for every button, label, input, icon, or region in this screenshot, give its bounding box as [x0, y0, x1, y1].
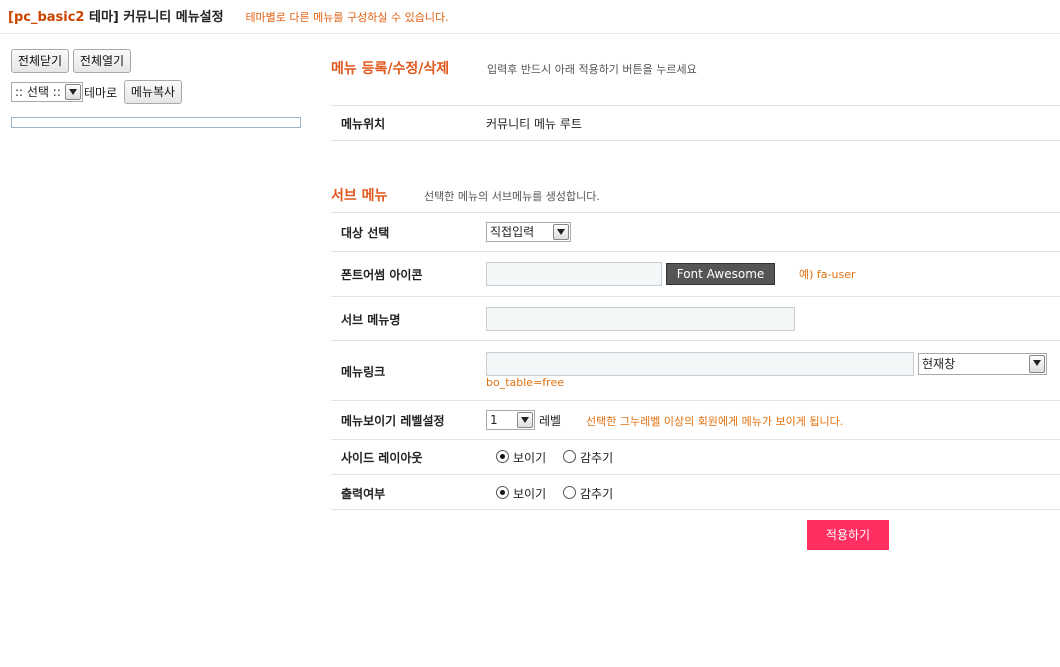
theme-suffix-label: 테마로: [84, 86, 118, 100]
level-select[interactable]: 1: [486, 410, 535, 430]
side-layout-label: 사이드 레이아웃: [341, 451, 423, 465]
sub-menu-name-label: 서브 메뉴명: [341, 313, 401, 327]
level-suffix: 레벨: [539, 414, 562, 428]
level-select-value: 1: [490, 413, 498, 427]
menu-tree[interactable]: [11, 117, 301, 128]
link-hint: bo_table=free: [486, 376, 564, 389]
row-divider: [331, 340, 1060, 341]
font-awesome-button[interactable]: Font Awesome: [666, 263, 775, 285]
side-layout-show-label: 보이기: [513, 451, 547, 465]
theme-name: [pc_basic2: [8, 10, 85, 25]
row-divider: [331, 439, 1060, 440]
expand-all-button[interactable]: 전체열기: [73, 49, 131, 73]
output-label: 출력여부: [341, 487, 386, 501]
row-divider: [331, 400, 1060, 401]
side-layout-hide-label: 감추기: [580, 451, 614, 465]
edit-section-description: 입력후 반드시 아래 적용하기 버튼을 누르세요: [487, 63, 697, 76]
menu-position-value: 커뮤니티 메뉴 루트: [486, 117, 582, 131]
output-hide-label: 감추기: [580, 487, 614, 501]
page-header: [pc_basic2 테마] 커뮤니티 메뉴설정 테마별로 다른 메뉴를 구성하…: [8, 6, 449, 26]
header-divider: [0, 33, 1060, 34]
output-hide-radio[interactable]: [563, 486, 576, 499]
menu-link-label: 메뉴링크: [341, 365, 386, 379]
sub-section-title: 서브 메뉴: [331, 188, 388, 204]
row-divider: [331, 212, 1060, 213]
level-note: 선택한 그누레벨 이상의 회원에게 메뉴가 보이게 됩니다.: [586, 415, 844, 428]
icon-label: 폰트어썸 아이콘: [341, 268, 423, 282]
sub-section-description: 선택한 메뉴의 서브메뉴를 생성합니다.: [424, 190, 600, 203]
output-show-radio[interactable]: [496, 486, 509, 499]
side-layout-hide-radio[interactable]: [563, 450, 576, 463]
collapse-all-button[interactable]: 전체닫기: [11, 49, 69, 73]
row-divider: [331, 140, 1060, 141]
row-divider: [331, 296, 1060, 297]
icon-example: 예) fa-user: [799, 268, 856, 281]
sub-menu-name-input[interactable]: [486, 307, 795, 331]
edit-section-title: 메뉴 등록/수정/삭제: [331, 61, 450, 77]
output-show-label: 보이기: [513, 487, 547, 501]
link-target-select[interactable]: 현재창: [918, 353, 1047, 375]
target-select[interactable]: 직접입력: [486, 222, 571, 242]
menu-position-label: 메뉴위치: [341, 117, 386, 131]
title-text: 테마] 커뮤니티 메뉴설정: [84, 10, 224, 25]
chevron-down-icon: [553, 224, 569, 240]
side-layout-show-radio[interactable]: [496, 450, 509, 463]
theme-select[interactable]: :: 선택 ::: [11, 82, 83, 102]
target-label: 대상 선택: [341, 226, 390, 240]
menu-link-input[interactable]: [486, 352, 914, 376]
row-divider: [331, 251, 1060, 252]
page-title: [pc_basic2 테마] 커뮤니티 메뉴설정: [8, 10, 224, 25]
chevron-down-icon: [1029, 355, 1045, 373]
chevron-down-icon: [65, 84, 81, 100]
row-divider: [331, 105, 1060, 106]
target-select-value: 직접입력: [490, 225, 535, 239]
level-label: 메뉴보이기 레벨설정: [341, 414, 445, 428]
chevron-down-icon: [517, 412, 533, 428]
theme-select-value: :: 선택 ::: [15, 85, 61, 99]
row-divider: [331, 509, 1060, 510]
page-description: 테마별로 다른 메뉴를 구성하실 수 있습니다.: [245, 11, 449, 24]
icon-input[interactable]: [486, 262, 662, 286]
apply-button[interactable]: 적용하기: [807, 520, 889, 550]
row-divider: [331, 474, 1060, 475]
link-target-value: 현재창: [922, 357, 956, 371]
copy-menu-button[interactable]: 메뉴복사: [124, 80, 182, 104]
